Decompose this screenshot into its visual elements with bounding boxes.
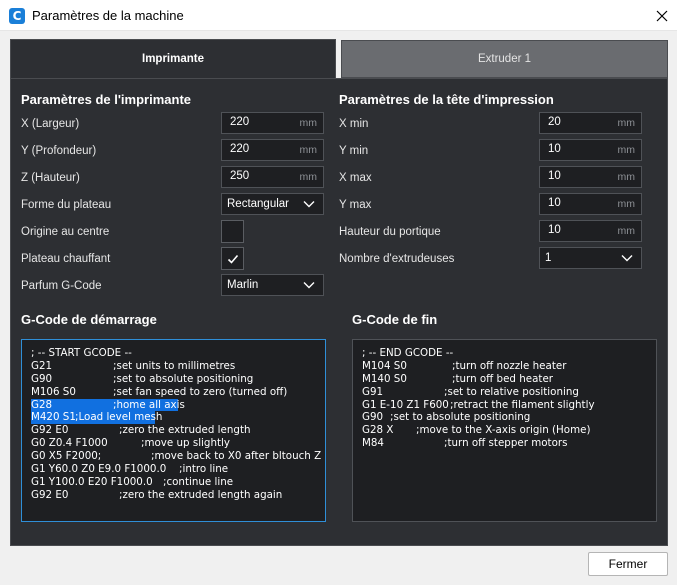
start-gcode-editor[interactable]: ; -- START GCODE -- G21 ;set units to mil… [21,339,326,522]
close-dialog-button[interactable]: Fermer [588,552,668,576]
y-depth-label: Y (Profondeur) [21,145,97,157]
start-gcode-title: G-Code de démarrage [21,312,157,327]
bed-shape-value: Rectangular [227,198,290,210]
gantry-height-label: Hauteur du portique [339,226,441,238]
ymin-field[interactable]: 10 mm [539,139,642,161]
heated-bed-checkbox[interactable] [221,247,244,270]
y-depth-unit: mm [299,144,318,156]
y-depth-field[interactable]: 220 mm [221,139,324,161]
gcode-line: M140 S0 ;turn off bed heater [362,372,554,385]
z-height-field[interactable]: 250 mm [221,166,324,188]
extruder-count-value: 1 [545,252,552,264]
window-title: Paramètres de la machine [32,8,184,23]
gcode-line: G1 E-10 Z1 F600 ;retract the filament sli… [362,398,595,411]
tab-imprimante[interactable]: Imprimante [10,39,336,78]
chevron-down-icon [303,282,315,289]
xmax-unit: mm [617,171,636,183]
gcode-line: G0 Z0.4 F1000 ;move up slightly [31,437,230,450]
gcode-line-selected: G28 ;home all axis [31,398,185,412]
ymin-unit: mm [617,144,636,156]
gcode-line: G91 ;set to relative positioning [362,385,579,398]
gcode-flavor-dropdown[interactable]: Marlin [221,274,324,296]
ymax-label: Y max [339,199,372,211]
x-width-field[interactable]: 220 mm [221,112,324,134]
xmin-field[interactable]: 20 mm [539,112,642,134]
chevron-down-icon [621,255,633,262]
gcode-line: ; -- END GCODE -- [362,347,454,359]
gcode-flavor-label: Parfum G-Code [21,280,102,292]
y-depth-value: 220 [230,143,250,155]
printer-settings-title: Paramètres de l'imprimante [21,92,191,107]
gantry-height-value: 10 [548,224,561,236]
xmax-label: X max [339,172,372,184]
cura-app-icon: C [9,8,25,24]
title-bar: C Paramètres de la machine [0,0,677,31]
x-width-label: X (Largeur) [21,118,80,130]
x-width-value: 220 [230,116,250,128]
extruder-count-label: Nombre d'extrudeuses [339,253,455,265]
gcode-line: G92 E0 ;zero the extruded length [31,424,251,437]
gcode-line: G1 Y100.0 E20 F1000.0 ;continue line [31,475,234,488]
heated-bed-label: Plateau chauffant [21,253,111,265]
printhead-settings-title: Paramètres de la tête d'impression [339,92,554,107]
gantry-height-unit: mm [617,225,636,237]
tab-extruder-1[interactable]: Extruder 1 [341,40,668,78]
gcode-line: M84 ;turn off stepper motors [362,437,568,450]
bed-shape-dropdown[interactable]: Rectangular [221,193,324,215]
chevron-down-icon [303,201,315,208]
gcode-line: G92 E0 ;zero the extruded length again [31,488,283,501]
printer-settings-panel: Paramètres de l'imprimante X (Largeur) 2… [10,78,668,546]
ymin-value: 10 [548,143,561,155]
gcode-line: G90 ;set to absolute positioning [31,372,254,385]
z-height-unit: mm [299,171,318,183]
gcode-line: G90 ;set to absolute positioning [362,411,531,424]
xmin-unit: mm [617,117,636,129]
end-gcode-title: G-Code de fin [352,312,438,327]
gcode-flavor-value: Marlin [227,279,259,291]
window-close-button[interactable] [647,0,677,31]
xmax-value: 10 [548,170,561,182]
gcode-line: G1 Y60.0 Z0 E9.0 F1000.0 ;intro line [31,463,229,476]
gcode-line: M104 S0 ;turn off nozzle heater [362,359,567,372]
ymax-unit: mm [617,198,636,210]
gcode-line: ; -- START GCODE -- [31,347,132,359]
origin-center-checkbox[interactable] [221,220,244,243]
xmin-label: X min [339,118,369,130]
ymax-field[interactable]: 10 mm [539,193,642,215]
gcode-line: G21 ;set units to millimetres [31,359,236,372]
z-height-value: 250 [230,170,250,182]
gcode-line: G0 X5 F2000; ;move back to X0 after bltou… [31,450,322,463]
end-gcode-editor[interactable]: ; -- END GCODE -- M104 S0 ;turn off nozzl… [352,339,657,522]
origin-center-label: Origine au centre [21,226,110,238]
xmin-value: 20 [548,116,561,128]
z-height-label: Z (Hauteur) [21,172,80,184]
gcode-line-selected: M420 S1 ;Load level mesh [31,411,163,425]
ymax-value: 10 [548,197,561,209]
gcode-line: G28 X ;move to the X-axis origin (Home) [362,424,591,437]
xmax-field[interactable]: 10 mm [539,166,642,188]
gcode-line: M106 S0 ;set fan speed to zero (turned of… [31,385,288,398]
ymin-label: Y min [339,145,369,157]
extruder-count-dropdown[interactable]: 1 [539,247,642,269]
checkmark-icon [227,254,239,264]
bed-shape-label: Forme du plateau [21,199,112,211]
x-width-unit: mm [299,117,318,129]
close-icon [656,10,668,21]
gantry-height-field[interactable]: 10 mm [539,220,642,242]
machine-settings-dialog: Imprimante Extruder 1 Paramètres de l'im… [10,39,668,546]
